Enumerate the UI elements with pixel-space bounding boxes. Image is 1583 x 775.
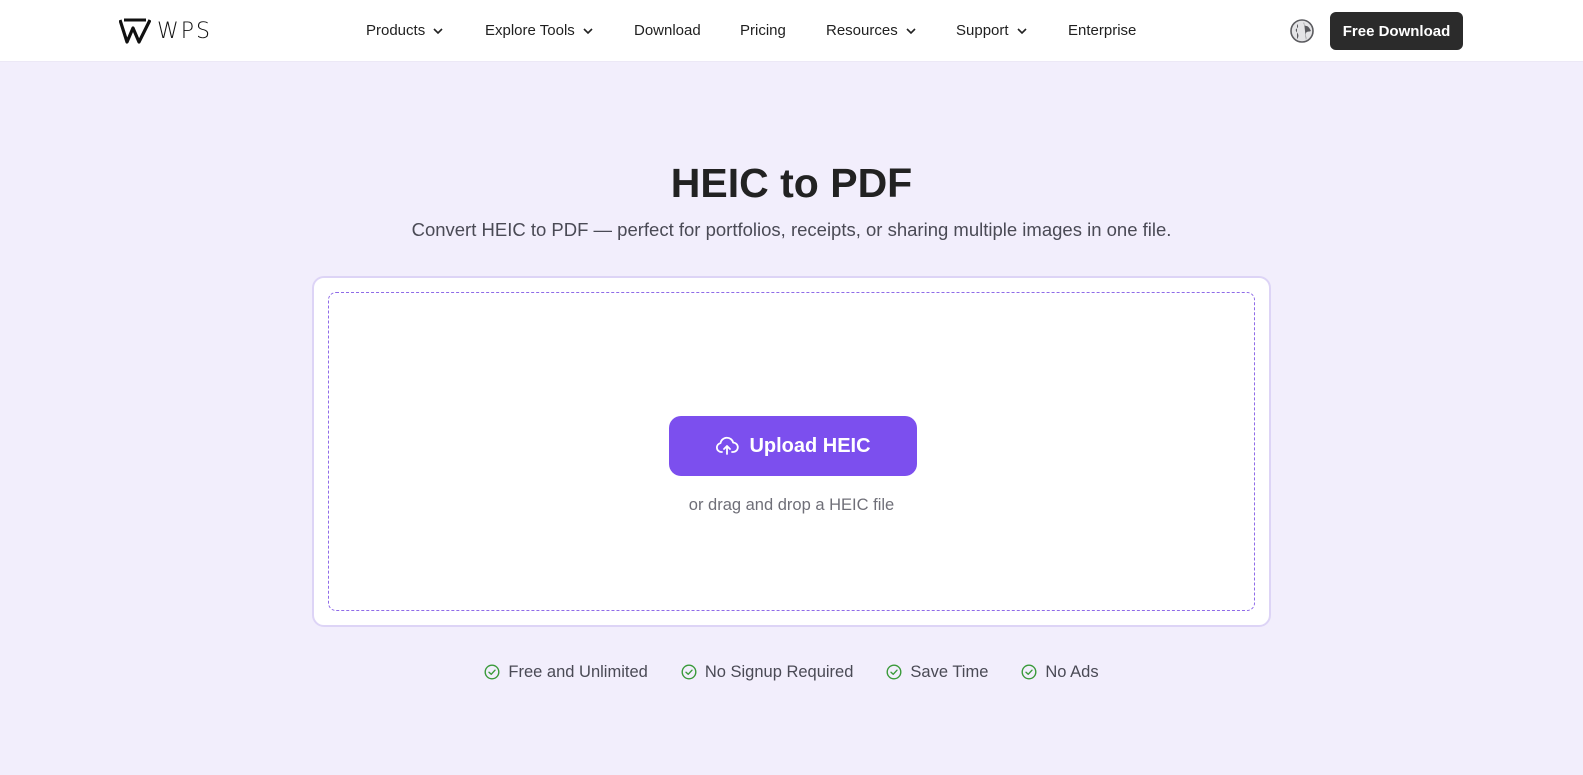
nav-products[interactable]: Products — [366, 22, 444, 39]
check-circle-icon — [1021, 664, 1037, 680]
nav-download-label: Download — [634, 22, 701, 39]
page-subtitle: Convert HEIC to PDF — perfect for portfo… — [411, 219, 1172, 240]
chevron-down-icon — [906, 27, 916, 34]
nav-download[interactable]: Download — [634, 22, 701, 39]
feature-label: No Signup Required — [704, 662, 854, 681]
feature-label: Save Time — [910, 662, 989, 681]
cloud-upload-icon — [716, 436, 740, 455]
nav-resources-label: Resources — [826, 22, 898, 39]
file-dropzone[interactable]: Upload HEIC or drag and drop a HEIC file — [328, 292, 1255, 611]
chevron-down-icon — [433, 27, 443, 34]
chevron-down-icon — [1016, 27, 1027, 34]
page-title: HEIC to PDF — [670, 160, 913, 206]
feature-item: Free and Unlimited — [484, 660, 648, 684]
upload-card: Upload HEIC or drag and drop a HEIC file — [312, 276, 1271, 627]
nav-resources[interactable]: Resources — [826, 22, 917, 39]
nav-enterprise-label: Enterprise — [1068, 22, 1137, 39]
chevron-down-icon — [583, 27, 593, 34]
globe-icon[interactable] — [1290, 19, 1314, 43]
nav-explore-tools-label: Explore Tools — [485, 22, 575, 39]
check-circle-icon — [484, 664, 500, 680]
feature-item: No Ads — [1021, 660, 1099, 684]
feature-label: Free and Unlimited — [508, 662, 648, 681]
feature-list: Free and Unlimited No Signup Required Sa… — [0, 660, 1583, 684]
nav-pricing-label: Pricing — [740, 22, 786, 39]
upload-heic-button[interactable]: Upload HEIC — [669, 416, 917, 476]
free-download-button[interactable]: Free Download — [1330, 12, 1463, 50]
nav-enterprise[interactable]: Enterprise — [1068, 22, 1136, 39]
drag-drop-hint: or drag and drop a HEIC file — [688, 496, 895, 514]
nav-pricing[interactable]: Pricing — [740, 22, 786, 39]
check-circle-icon — [681, 664, 697, 680]
nav-explore-tools[interactable]: Explore Tools — [485, 22, 594, 39]
feature-item: No Signup Required — [681, 660, 854, 684]
feature-label: No Ads — [1045, 662, 1099, 681]
nav-products-label: Products — [366, 22, 426, 39]
check-circle-icon — [886, 664, 902, 680]
feature-item: Save Time — [886, 660, 988, 684]
upload-heic-label: Upload HEIC — [749, 434, 871, 457]
nav-support[interactable]: Support — [956, 22, 1028, 39]
site-header: WPS Products Explore Tools Download Pric… — [0, 0, 1583, 62]
nav-support-label: Support — [956, 22, 1009, 39]
